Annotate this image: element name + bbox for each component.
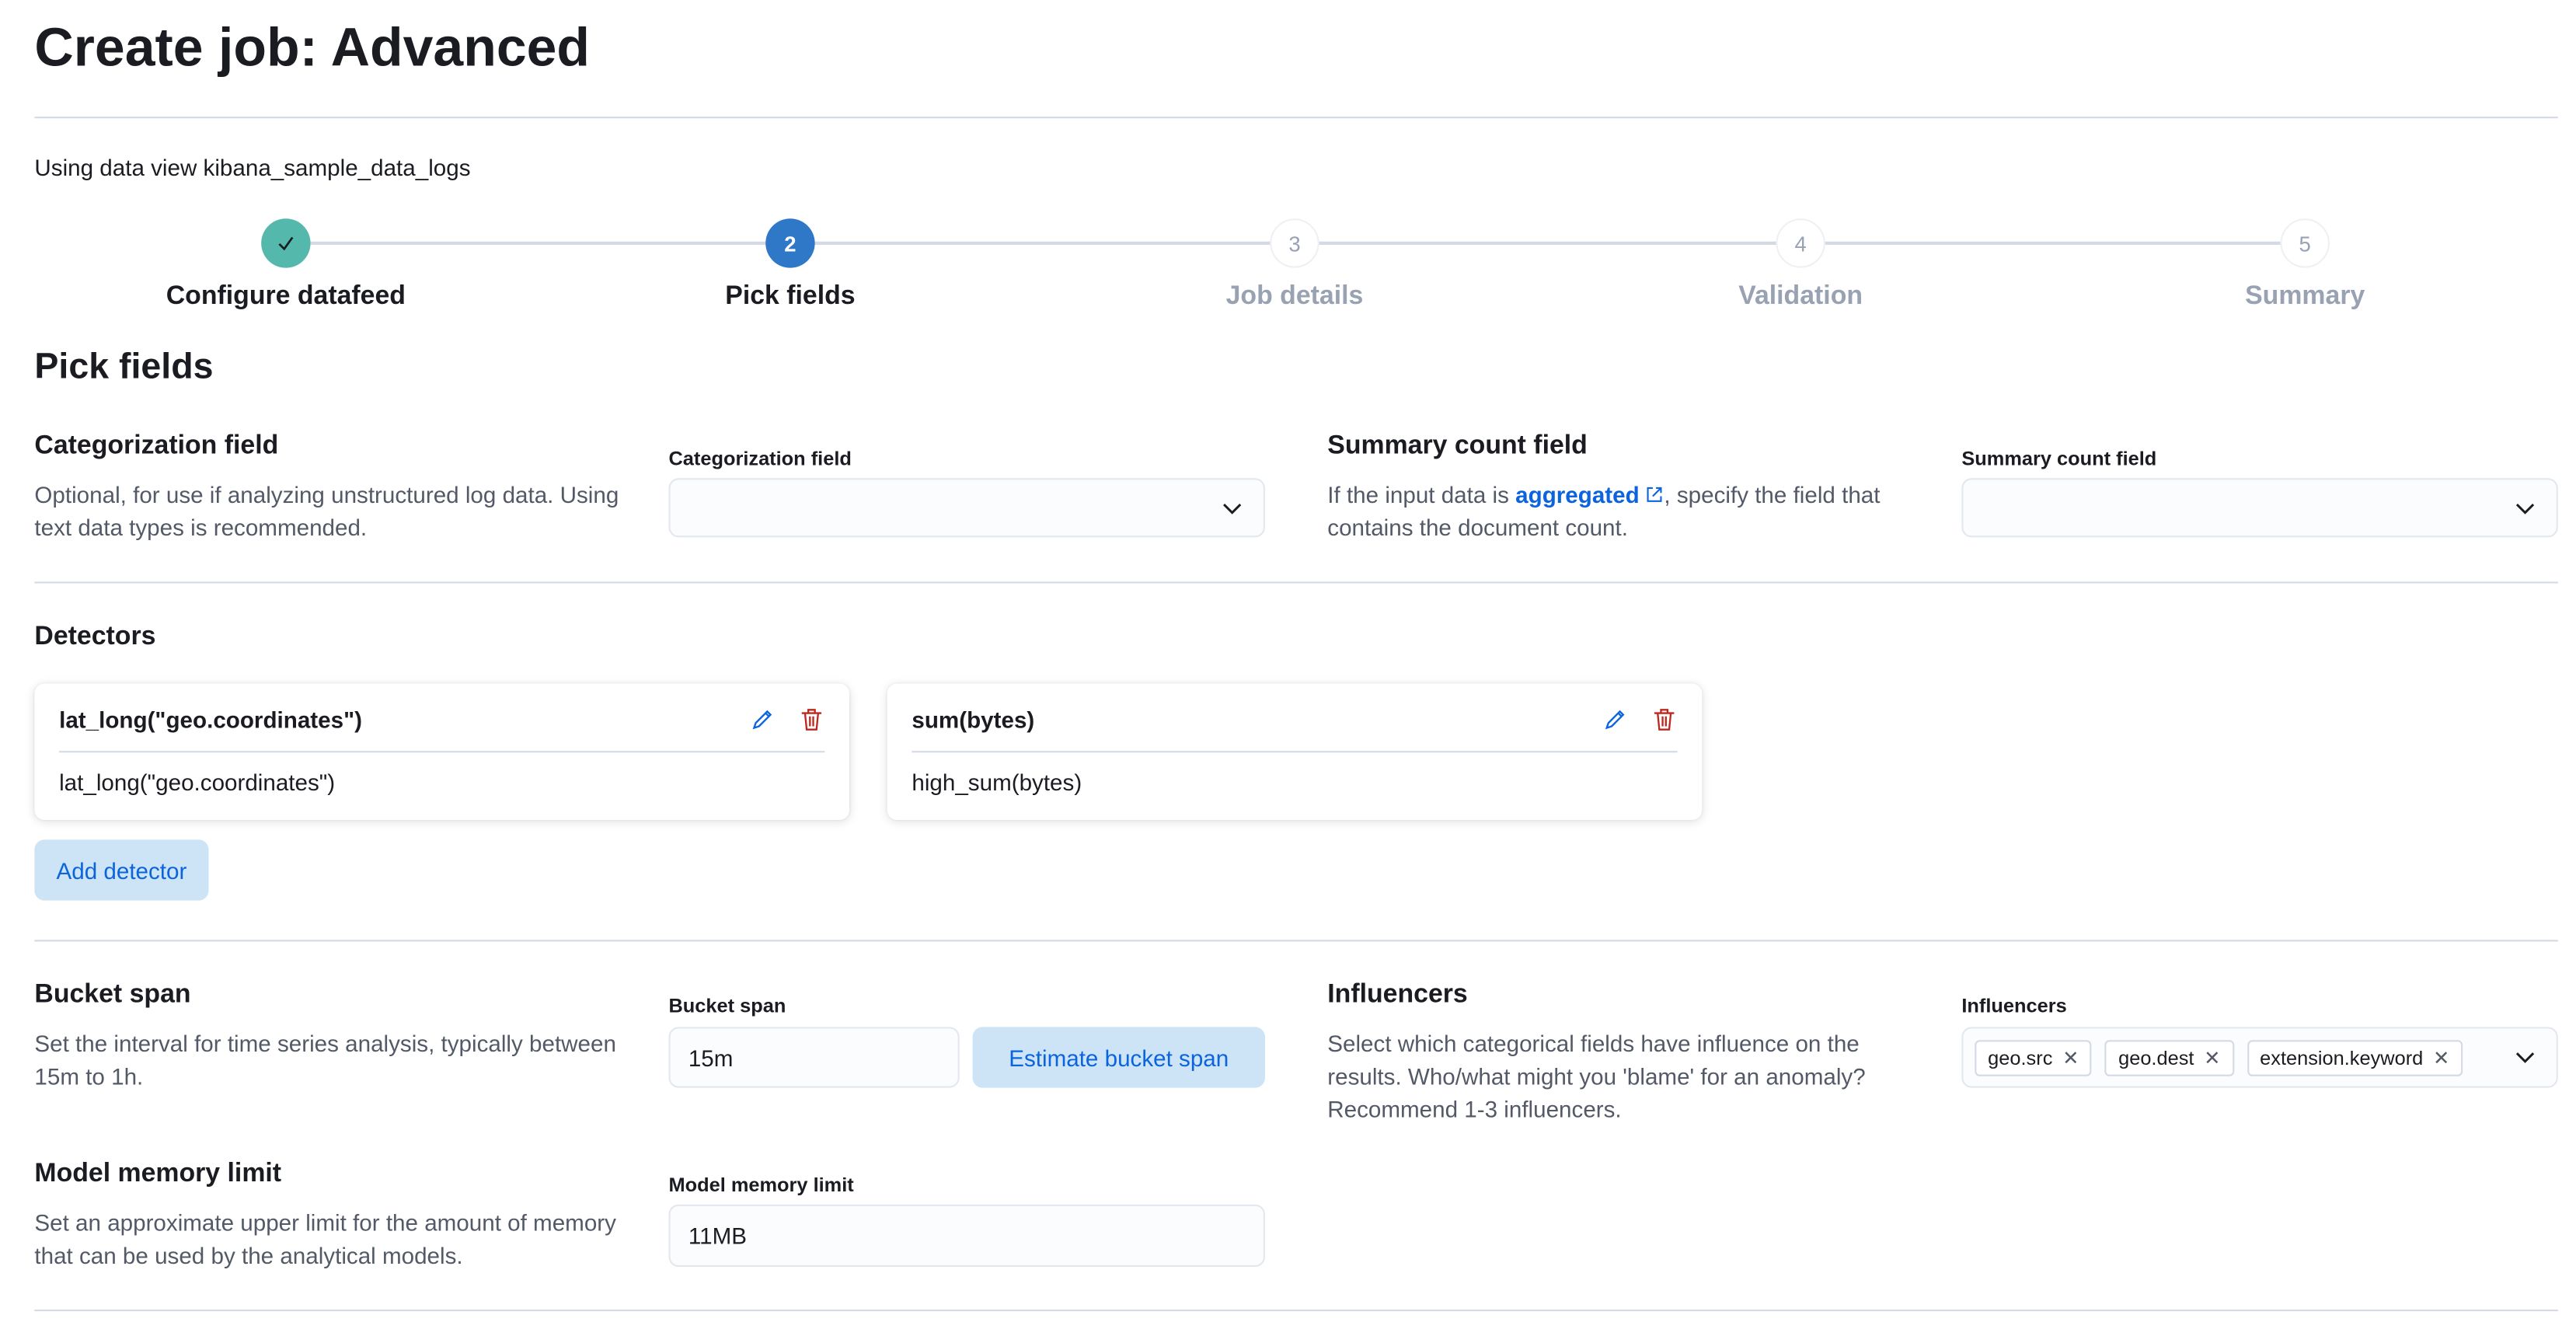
categorization-title: Categorization field: [34, 432, 279, 460]
detector-card: sum(bytes) high_sum(bytes): [887, 683, 1703, 820]
step-number: 4: [1776, 218, 1825, 268]
bucket-span-title: Bucket span: [34, 981, 191, 1010]
close-icon[interactable]: ✕: [2433, 1046, 2449, 1069]
chip-label: geo.src: [1988, 1045, 2053, 1069]
detector-description: high_sum(bytes): [912, 769, 1082, 796]
add-detector-button[interactable]: Add detector: [34, 839, 209, 901]
influencers-description: Select which categorical fields have inf…: [1327, 1030, 1866, 1122]
divider: [34, 117, 2558, 119]
step-label: Job details: [1225, 282, 1364, 311]
chevron-down-icon: [2515, 504, 2535, 515]
bucket-span-label: Bucket span: [668, 994, 786, 1017]
chevron-down-icon[interactable]: [2514, 1045, 2537, 1069]
model-memory-title: Model memory limit: [34, 1160, 282, 1188]
detector-card: lat_long("geo.coordinates") lat_long("ge…: [34, 683, 850, 820]
divider: [59, 751, 825, 753]
pencil-icon[interactable]: [1602, 706, 1628, 733]
external-link-icon: [1647, 487, 1662, 502]
step-label: Validation: [1738, 282, 1863, 311]
influencers-combobox[interactable]: geo.src ✕ geo.dest ✕ extension.keyword ✕: [1961, 1027, 2558, 1088]
chip-label: extension.keyword: [2260, 1045, 2424, 1069]
influencers-title: Influencers: [1327, 981, 1468, 1010]
divider: [34, 581, 2558, 584]
detector-description: lat_long("geo.coordinates"): [59, 769, 336, 796]
step-label: Pick fields: [725, 282, 856, 311]
influencers-label: Influencers: [1961, 994, 2067, 1017]
trash-icon[interactable]: [799, 706, 825, 733]
page-title: Create job: Advanced: [34, 16, 591, 78]
detectors-title: Detectors: [34, 623, 156, 651]
step-number: 2: [765, 218, 815, 268]
step-label: Summary: [2245, 282, 2365, 311]
categorization-field-select[interactable]: [668, 478, 1265, 538]
model-memory-label: Model memory limit: [668, 1173, 854, 1197]
desc-text: If the input data is: [1327, 481, 1516, 508]
step-number: 3: [1270, 218, 1319, 268]
close-icon[interactable]: ✕: [2204, 1046, 2220, 1069]
model-memory-description: Set an approximate upper limit for the a…: [34, 1209, 616, 1269]
close-icon[interactable]: ✕: [2062, 1046, 2079, 1069]
categorization-description: Optional, for use if analyzing unstructu…: [34, 481, 619, 541]
influencer-chip: geo.src ✕: [1975, 1039, 2093, 1076]
bucket-span-input[interactable]: 15m: [668, 1027, 960, 1088]
summary-count-description: If the input data is aggregated, specify…: [1327, 478, 1919, 544]
summary-count-field-label: Summary count field: [1961, 447, 2157, 470]
data-view-text: Using data view kibana_sample_data_logs: [34, 154, 471, 181]
section-title: Pick fields: [34, 344, 214, 386]
categorization-field-label: Categorization field: [668, 447, 852, 470]
divider: [34, 1310, 2558, 1312]
step-number: 5: [2280, 218, 2330, 268]
summary-count-title: Summary count field: [1327, 432, 1588, 460]
influencer-chip: geo.dest ✕: [2105, 1039, 2234, 1076]
trash-icon[interactable]: [1651, 706, 1678, 733]
detector-title: sum(bytes): [912, 706, 1035, 733]
estimate-bucket-span-button[interactable]: Estimate bucket span: [972, 1027, 1265, 1088]
divider: [34, 940, 2558, 942]
step-label: Configure datafeed: [166, 282, 406, 311]
influencer-chip: extension.keyword ✕: [2247, 1039, 2463, 1076]
summary-count-field-select[interactable]: [1961, 478, 2558, 538]
model-memory-input[interactable]: 11MB: [668, 1204, 1265, 1268]
detector-title: lat_long("geo.coordinates"): [59, 706, 362, 733]
chip-label: geo.dest: [2118, 1045, 2194, 1069]
divider: [912, 751, 1678, 753]
pencil-icon[interactable]: [749, 706, 776, 733]
aggregated-link[interactable]: aggregated: [1515, 481, 1640, 508]
chevron-down-icon: [1223, 504, 1242, 515]
check-icon: [261, 218, 311, 268]
bucket-span-description: Set the interval for time series analysi…: [34, 1030, 616, 1090]
